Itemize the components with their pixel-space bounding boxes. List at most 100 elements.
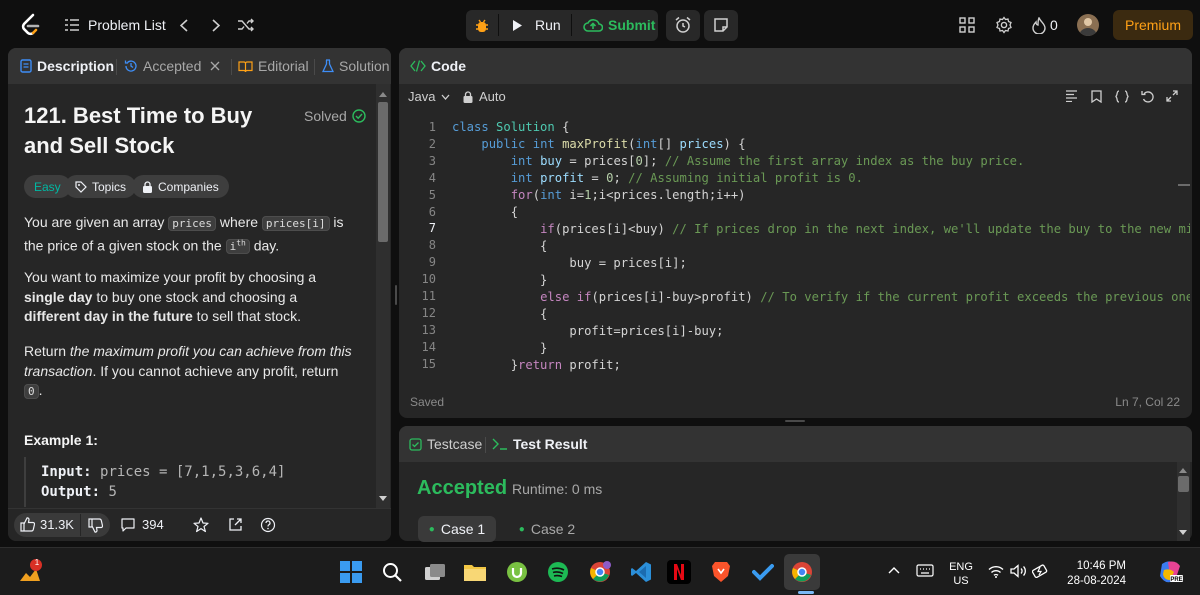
code-line-4[interactable]: int profit = 0; // Assuming initial prof… bbox=[452, 170, 1190, 187]
copilot-icon[interactable]: PRE bbox=[1158, 560, 1184, 584]
share-button[interactable] bbox=[228, 517, 243, 532]
scrollbar-thumb[interactable] bbox=[1178, 476, 1189, 492]
debug-icon[interactable] bbox=[470, 14, 494, 38]
panel-resize-handle[interactable] bbox=[395, 285, 397, 305]
layout-icon[interactable] bbox=[957, 15, 977, 35]
code-line-13[interactable]: profit=prices[i]-buy; bbox=[452, 323, 1190, 340]
prev-problem-button[interactable] bbox=[176, 14, 192, 36]
chevron-down-icon bbox=[441, 94, 450, 100]
run-button[interactable]: Run bbox=[535, 14, 561, 36]
code-line-2[interactable]: public int maxProfit(int[] prices) { bbox=[452, 136, 1190, 153]
battery-icon[interactable] bbox=[1032, 564, 1049, 578]
code-line-8[interactable]: { bbox=[452, 238, 1190, 255]
share-icon bbox=[229, 518, 242, 531]
difficulty-tag[interactable]: Easy bbox=[24, 175, 71, 198]
streak-fire-icon[interactable] bbox=[1031, 15, 1047, 35]
like-button[interactable]: 31.3K bbox=[20, 517, 74, 532]
code-line-6[interactable]: { bbox=[452, 204, 1190, 221]
topics-tag[interactable]: Topics bbox=[65, 175, 137, 198]
text: . If you cannot achieve any profit, retu… bbox=[92, 362, 339, 379]
tab-editorial[interactable]: Editorial bbox=[238, 48, 309, 84]
scrollbar-thumb[interactable] bbox=[378, 102, 388, 242]
code-line-3[interactable]: int buy = prices[0]; // Assume the first… bbox=[452, 153, 1190, 170]
settings-gear-icon[interactable] bbox=[994, 15, 1014, 35]
file-explorer-icon[interactable] bbox=[463, 560, 487, 584]
code-line-14[interactable]: } bbox=[452, 340, 1190, 357]
text: where bbox=[216, 214, 262, 230]
tab-testcase[interactable]: Testcase bbox=[409, 426, 482, 462]
description-paragraph-2: You want to maximize your profit by choo… bbox=[24, 268, 354, 327]
tab-solution[interactable]: Solution bbox=[322, 48, 390, 84]
dislike-button[interactable] bbox=[88, 518, 103, 533]
companies-tag[interactable]: Companies bbox=[132, 175, 229, 198]
scroll-down-arrow-icon[interactable] bbox=[379, 496, 387, 501]
chrome-profile-icon[interactable] bbox=[588, 560, 612, 584]
user-avatar[interactable] bbox=[1077, 14, 1099, 36]
scroll-down-arrow-icon[interactable] bbox=[1179, 530, 1187, 535]
code-line-11[interactable]: else if(prices[i]-buy>profit) // To veri… bbox=[452, 289, 1190, 306]
volume-icon[interactable] bbox=[1010, 564, 1027, 578]
description-scrollbar[interactable] bbox=[376, 84, 390, 508]
search-icon[interactable] bbox=[380, 560, 404, 584]
format-icon[interactable] bbox=[1065, 90, 1078, 102]
expand-icon[interactable] bbox=[1166, 90, 1178, 102]
code-line-9[interactable]: buy = prices[i]; bbox=[452, 255, 1190, 272]
shuffle-icon[interactable] bbox=[236, 15, 256, 35]
chevron-up-icon[interactable] bbox=[888, 566, 900, 574]
input-label: Input: bbox=[41, 464, 92, 480]
todo-check-icon[interactable] bbox=[751, 560, 775, 584]
submit-button[interactable]: Submit bbox=[608, 14, 655, 36]
windows-start-icon[interactable] bbox=[339, 560, 363, 584]
netflix-icon[interactable] bbox=[667, 560, 691, 584]
code-line-12[interactable]: { bbox=[452, 306, 1190, 323]
test-scrollbar[interactable] bbox=[1177, 462, 1190, 541]
code-tab[interactable]: Code bbox=[410, 48, 466, 84]
vscode-icon[interactable] bbox=[629, 560, 653, 584]
keyboard-icon[interactable] bbox=[916, 564, 934, 577]
scroll-up-arrow-icon[interactable] bbox=[379, 92, 387, 97]
text: day. bbox=[249, 237, 280, 254]
wifi-icon[interactable] bbox=[988, 565, 1004, 578]
companies-label: Companies bbox=[158, 179, 219, 194]
spotify-icon[interactable] bbox=[546, 560, 570, 584]
utorrent-icon[interactable] bbox=[505, 560, 529, 584]
line-number: 10 bbox=[421, 272, 436, 287]
code-line-10[interactable]: } bbox=[452, 272, 1190, 289]
tab-accepted[interactable]: Accepted bbox=[124, 48, 220, 84]
line-number: 3 bbox=[428, 153, 436, 168]
leetcode-logo[interactable] bbox=[18, 13, 42, 37]
code-line-7[interactable]: if(prices[i]<buy) // If prices drop in t… bbox=[452, 221, 1190, 238]
problem-list-link[interactable]: Problem List bbox=[88, 14, 166, 36]
brave-icon[interactable] bbox=[709, 560, 733, 584]
task-view-icon[interactable] bbox=[423, 560, 447, 584]
widgets-icon[interactable]: 1 bbox=[16, 558, 44, 587]
premium-button[interactable]: Premium bbox=[1113, 10, 1193, 40]
autocomplete-mode[interactable]: Auto bbox=[463, 89, 506, 104]
language-selector[interactable]: Java bbox=[408, 89, 450, 104]
bookmark-icon[interactable] bbox=[1091, 90, 1102, 103]
case-2-tab[interactable]: ● Case 2 bbox=[508, 516, 586, 542]
panel-resize-handle-horizontal[interactable] bbox=[785, 420, 805, 422]
next-problem-button[interactable] bbox=[208, 14, 224, 36]
code-line-1[interactable]: class Solution { bbox=[452, 119, 1190, 136]
chrome-icon[interactable] bbox=[790, 560, 814, 584]
line-number: 13 bbox=[421, 322, 436, 337]
problem-list-icon[interactable] bbox=[64, 17, 80, 33]
cursor-position: Ln 7, Col 22 bbox=[1115, 395, 1180, 409]
tab-test-result[interactable]: Test Result bbox=[492, 426, 587, 462]
case-1-tab[interactable]: ● Case 1 bbox=[418, 516, 496, 542]
line-number: 7 bbox=[428, 221, 436, 236]
code-line-15[interactable]: }return profit; bbox=[452, 357, 1190, 374]
code-editor[interactable]: 1 2 3 4 5 6 7 8 9 10 11 12 13 14 15 class Solution { p… bbox=[400, 117, 1190, 379]
tab-description[interactable]: Description bbox=[20, 48, 114, 84]
reset-code-icon[interactable] bbox=[1141, 90, 1155, 103]
input-language[interactable]: ENG US bbox=[946, 560, 976, 588]
braces-icon[interactable] bbox=[1114, 90, 1130, 103]
comments-button[interactable]: 394 bbox=[120, 517, 164, 532]
region-code: US bbox=[953, 575, 969, 587]
help-button[interactable] bbox=[260, 517, 276, 533]
scroll-up-arrow-icon[interactable] bbox=[1179, 468, 1187, 473]
code-line-5[interactable]: for(int i=1;i<prices.length;i++) bbox=[452, 187, 1190, 204]
favorite-button[interactable] bbox=[193, 517, 209, 533]
system-clock[interactable]: 10:46 PM 28-08-2024 bbox=[1060, 559, 1126, 589]
